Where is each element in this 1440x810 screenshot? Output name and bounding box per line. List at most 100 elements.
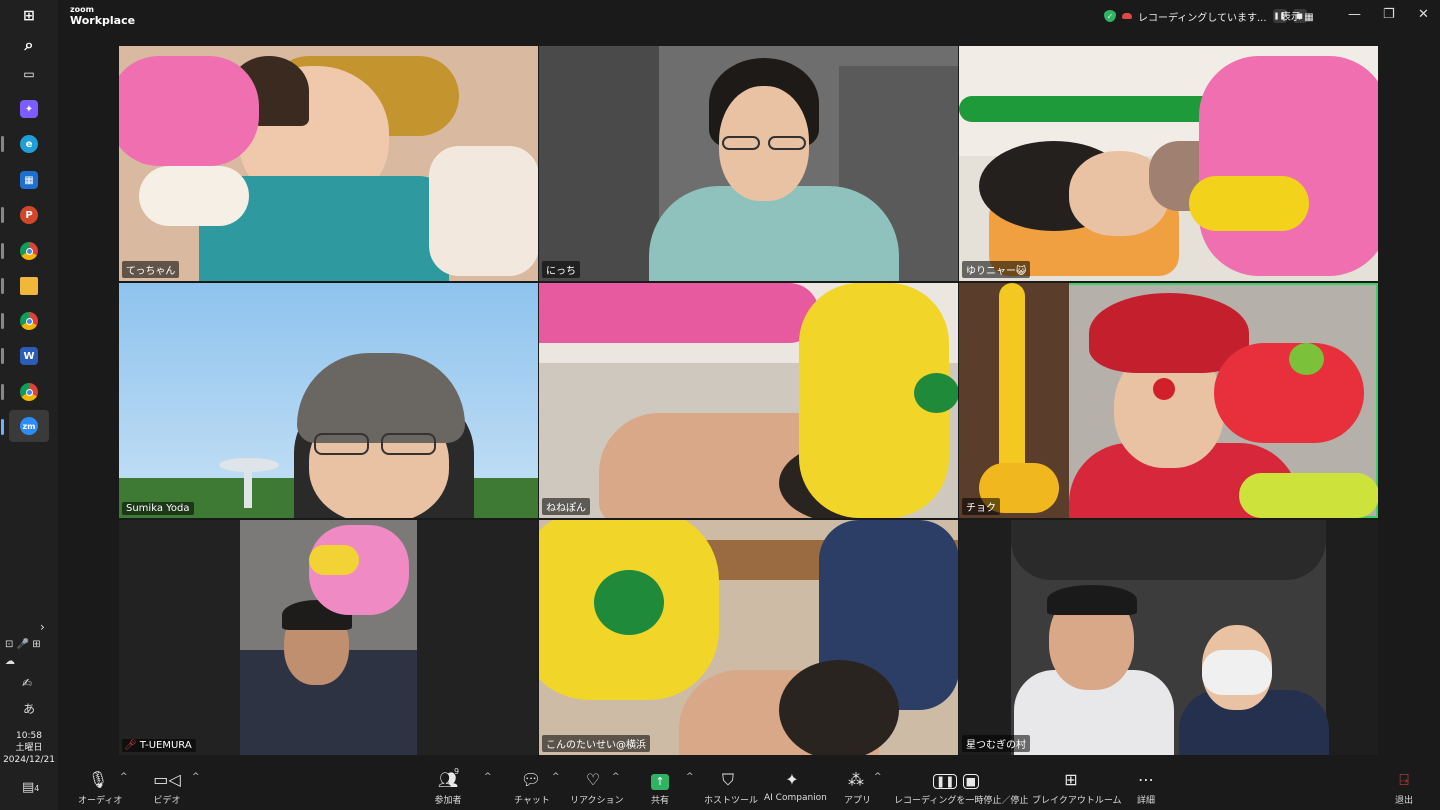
copilot-button[interactable]: ✦ [9,93,49,125]
participant-name: T-UEMURA [139,740,192,751]
breakout-rooms-label: ブレイクアウトルーム [1032,796,1122,806]
tray-icons[interactable]: ⊡ 🎤 ⊞ [5,639,41,650]
pen-icon[interactable]: ✍ [22,676,32,690]
video-tile[interactable]: にっち [539,46,958,281]
more-button[interactable]: ⋯ 詳細 [1132,770,1160,806]
more-icon: ⋯ [1138,770,1154,789]
chat-options-caret[interactable]: ^ [552,772,560,782]
participant-name: Sumika Yoda [122,502,194,515]
participant-name: チョク [962,498,1000,515]
video-tile[interactable]: てっちゃん [119,46,538,281]
recording-status-text: レコーディングしています... [1138,12,1267,24]
minimize-button[interactable]: — [1348,7,1361,22]
chrome-icon [20,312,38,330]
clock[interactable]: 10:58 土曜日 2024/12/21 [0,730,58,766]
search-icon: ⌕ [24,35,34,54]
edge-button[interactable]: e [9,128,49,160]
recording-control-label: レコーディングを一時停止／停止 [894,796,1029,806]
chat-button[interactable]: 💬︎ チャット [514,770,550,806]
cloud-recording-icon [1122,13,1132,19]
windows-taskbar: ⊞ ⌕ ▭ ✦ e ▦ P W zm › ⊡ 🎤 ⊞ ☁ ✍ あ 10:58 土… [0,0,58,810]
restore-button[interactable]: ❐ [1383,7,1395,22]
video-tile[interactable]: こんのたいせい@横浜 [539,520,958,755]
clock-time: 10:58 [16,731,42,741]
task-view-icon: ▭ [23,67,35,81]
notification-button[interactable]: ▤4 [22,780,39,795]
breakout-rooms-button[interactable]: ⊞ ブレイクアウトルーム [1032,770,1122,806]
encryption-shield-icon[interactable]: ✓ [1104,10,1116,22]
apps-options-caret[interactable]: ^ [874,772,882,782]
running-indicator [1,136,4,152]
ime-indicator[interactable]: あ [23,700,35,717]
word-icon: W [20,347,38,365]
participants-label: 参加者 [434,796,462,806]
host-tools-label: ホストツール [704,796,759,806]
reactions-options-caret[interactable]: ^ [612,772,620,782]
active-indicator [1,419,4,435]
video-camera-icon: ▭◁ [153,770,181,789]
reactions-label: リアクション [570,796,624,806]
recording-status-area: ✓ レコーディングしています... ❚❚ ■ [1104,7,1307,25]
glasses-icon [768,136,806,150]
host-tools-button[interactable]: ⛉ ホストツール [704,770,759,806]
zoom-title-bar: zoom Workplace ✓ レコーディングしています... ❚❚ ■ 表示… [58,0,1440,32]
share-button[interactable]: ↑ 共有 [648,770,672,806]
audio-button[interactable]: 🎙︎ オーディオ [78,770,122,806]
video-tile[interactable]: 星つむぎの村 [959,520,1378,755]
participant-name: 星つむぎの村 [962,735,1030,752]
search-button[interactable]: ⌕ [9,29,49,61]
apps-button[interactable]: ⁂ アプリ [844,770,872,806]
video-gallery: てっちゃん にっち ゆりニャー😺 Sumika Yoda ねねぽん チョク 🎤︎… [119,46,1380,756]
reactions-button[interactable]: ♡ リアクション [570,770,624,806]
chat-icon: 💬︎ [520,770,542,789]
leave-label: 退出 [1394,796,1413,806]
apps-label: アプリ [844,796,872,806]
zoom-taskbar-button[interactable]: zm [9,410,49,442]
running-indicator [1,207,4,223]
cloud-icon[interactable]: ☁ [5,656,15,667]
ai-companion-label: AI Companion [764,793,827,803]
video-tile[interactable]: 🎤︎ T-UEMURA [119,520,538,755]
participant-name-bar: 🎤︎ T-UEMURA [122,739,196,752]
chrome-button[interactable] [9,235,49,267]
recording-control-button[interactable]: ❚❚ ■ レコーディングを一時停止／停止 [894,770,1029,806]
leave-button[interactable]: ⍈ 退出 [1390,770,1418,806]
video-tile[interactable]: Sumika Yoda [119,283,538,518]
powerpoint-button[interactable]: P [9,199,49,231]
participants-options-caret[interactable]: ^ [484,772,492,782]
ai-companion-button[interactable]: ✦ AI Companion [764,770,827,803]
video-button[interactable]: ▭◁ ビデオ [150,770,184,806]
chevron-right-icon[interactable]: › [40,620,45,634]
shield-icon: ⛉ [721,770,734,789]
participant-name: ねねぽん [542,498,590,515]
running-indicator [1,348,4,364]
heart-icon: ♡ [585,770,601,789]
brand-zoom: zoom [70,5,94,14]
video-tile[interactable]: ゆりニャー😺 [959,46,1378,281]
task-view-button[interactable]: ▭ [9,58,49,90]
more-label: 詳細 [1136,796,1155,806]
video-tile-active-speaker[interactable]: チョク [959,283,1378,518]
share-options-caret[interactable]: ^ [686,772,694,782]
brand-workplace: Workplace [70,14,136,27]
store-button[interactable]: ▦ [9,164,49,196]
view-button[interactable]: 表示 ▦ [1281,8,1314,23]
clock-day: 土曜日 [15,743,43,753]
audio-options-caret[interactable]: ^ [120,772,128,782]
running-indicator [1,243,4,259]
start-button[interactable]: ⊞ [9,0,49,32]
chrome-button-2[interactable] [9,305,49,337]
word-button[interactable]: W [9,340,49,372]
chrome-button-3[interactable] [9,376,49,408]
share-screen-icon: ↑ [651,774,669,790]
participant-name: てっちゃん [122,261,180,278]
leave-icon: ⍈ [1399,770,1409,789]
running-indicator [1,313,4,329]
video-options-caret[interactable]: ^ [192,772,200,782]
file-explorer-button[interactable] [9,270,49,302]
copilot-icon: ✦ [20,100,38,118]
video-tile[interactable]: ねねぽん [539,283,958,518]
participant-count: 9 [454,767,460,776]
participants-button[interactable]: 👥︎ 9 参加者 [430,767,466,806]
close-button[interactable]: ✕ [1418,7,1429,22]
